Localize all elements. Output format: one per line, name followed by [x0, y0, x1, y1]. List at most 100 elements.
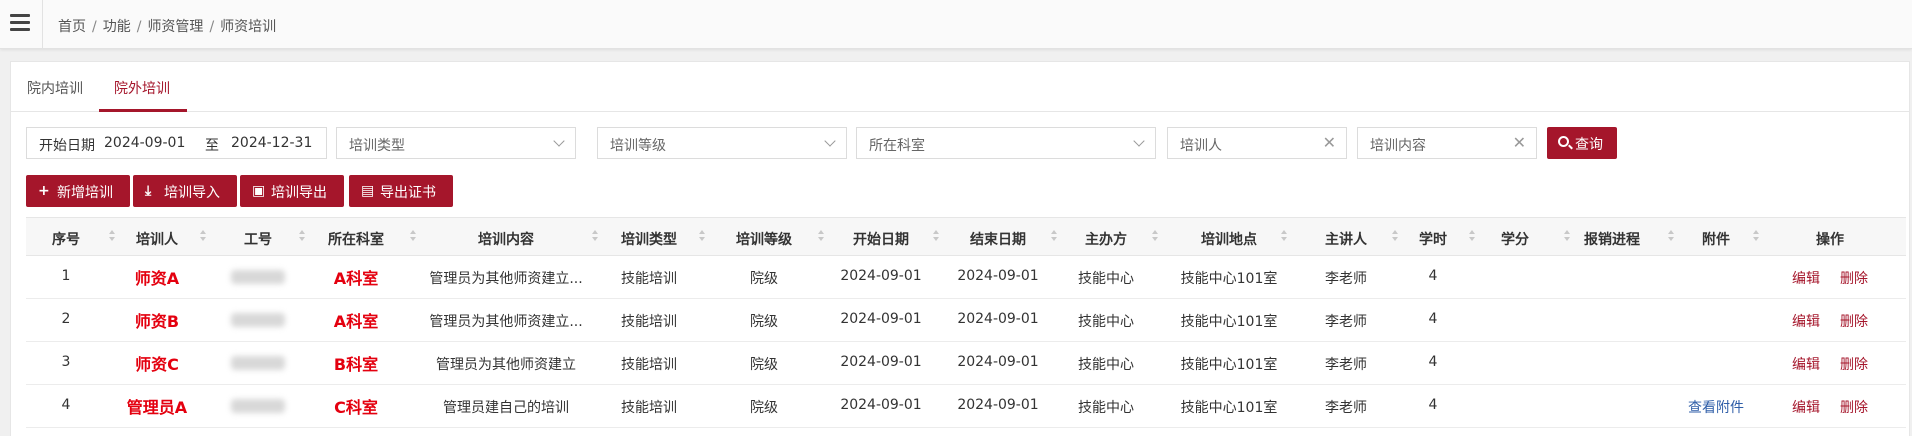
clear-icon[interactable]: ✕ [1323, 133, 1336, 152]
export-training-button[interactable]: ▣ 培训导出 [240, 175, 344, 207]
add-training-button[interactable]: + 新增培训 [26, 175, 130, 207]
trainee-input[interactable]: 培训人 ✕ [1167, 127, 1347, 159]
trainee-placeholder: 培训人 [1180, 138, 1222, 154]
edit-link[interactable]: 编辑 [1792, 268, 1820, 288]
cell-place: 技能中心101室 [1180, 314, 1278, 330]
cell-start-date: 2024-09-01 [840, 354, 922, 370]
training-content-placeholder: 培训内容 [1370, 138, 1426, 154]
table-row: 1 师资A A科室 管理员为其他师资建立... 技能培训 院级 2024-09-… [26, 256, 1906, 299]
cell-department: C科室 [334, 398, 378, 417]
sort-icon[interactable] [1469, 229, 1475, 243]
cell-type: 技能培训 [621, 400, 677, 416]
cell-speaker: 李老师 [1325, 400, 1367, 416]
delete-link[interactable]: 删除 [1840, 311, 1868, 331]
search-icon [1558, 136, 1569, 147]
sort-icon[interactable] [1281, 229, 1287, 243]
table-row: 2 师资B A科室 管理员为其他师资建立... 技能培训 院级 2024-09-… [26, 299, 1906, 342]
training-type-select[interactable]: 培训类型 [336, 127, 576, 159]
export-certificate-label: 导出证书 [380, 185, 436, 201]
department-select[interactable]: 所在科室 [856, 127, 1156, 159]
delete-link[interactable]: 删除 [1840, 354, 1868, 374]
table-header: 序号 培训人 工号 所在科室 培训内容 培训类型 培训等级 开始日期 结束日期 … [26, 217, 1906, 256]
delete-link[interactable]: 删除 [1840, 268, 1868, 288]
cell-host: 技能中心 [1078, 357, 1134, 373]
edit-link[interactable]: 编辑 [1792, 311, 1820, 331]
tab-internal-training[interactable]: 院内培训 [27, 78, 83, 98]
sort-icon[interactable] [933, 229, 939, 243]
start-date-value[interactable]: 2024-09-01 [104, 135, 185, 151]
cell-content: 管理员为其他师资建立 [436, 357, 576, 373]
column-header: 主讲人 [1325, 232, 1367, 248]
chevron-down-icon [553, 135, 565, 147]
training-level-select[interactable]: 培训等级 [597, 127, 847, 159]
date-range-picker[interactable]: 开始日期 2024-09-01 至 2024-12-31 [26, 127, 327, 159]
certificate-icon: ▤ [361, 183, 375, 199]
breadcrumb-item[interactable]: 功能 [103, 19, 131, 35]
department-placeholder: 所在科室 [869, 138, 925, 154]
cell-end-date: 2024-09-01 [957, 354, 1039, 370]
search-button-label: 查询 [1575, 137, 1603, 153]
training-level-placeholder: 培训等级 [610, 138, 666, 154]
sort-icon[interactable] [1051, 229, 1057, 243]
breadcrumb: 首页 / 功能 / 师资管理 / 师资培训 [58, 16, 276, 36]
breadcrumb-item[interactable]: 师资管理 [147, 19, 203, 35]
cell-place: 技能中心101室 [1180, 400, 1278, 416]
breadcrumb-item[interactable]: 首页 [58, 19, 86, 35]
search-button[interactable]: 查询 [1547, 127, 1617, 159]
cell-staff-id-redacted [231, 313, 285, 327]
cell-type: 技能培训 [621, 271, 677, 287]
cell-hours: 4 [1428, 397, 1438, 413]
cell-no: 3 [61, 354, 71, 370]
sort-icon[interactable] [1668, 229, 1674, 243]
table-row: 3 师资C B科室 管理员为其他师资建立 技能培训 院级 2024-09-01 … [26, 342, 1906, 385]
import-training-button[interactable]: ⤓ 培训导入 [133, 175, 237, 207]
cell-department: A科室 [333, 312, 379, 331]
end-date-value[interactable]: 2024-12-31 [231, 135, 312, 151]
sort-icon[interactable] [818, 229, 824, 243]
tab-external-training[interactable]: 院外培训 [114, 78, 170, 98]
cell-type: 技能培训 [621, 314, 677, 330]
column-header: 附件 [1702, 232, 1730, 248]
sort-icon[interactable] [592, 229, 598, 243]
cell-start-date: 2024-09-01 [840, 311, 922, 327]
edit-link[interactable]: 编辑 [1792, 397, 1820, 417]
cell-speaker: 李老师 [1325, 271, 1367, 287]
chevron-down-icon [824, 135, 836, 147]
column-header: 结束日期 [970, 232, 1026, 248]
training-content-input[interactable]: 培训内容 ✕ [1357, 127, 1537, 159]
clear-icon[interactable]: ✕ [1513, 133, 1526, 152]
import-training-label: 培训导入 [164, 185, 220, 201]
cell-speaker: 李老师 [1325, 314, 1367, 330]
export-certificate-button[interactable]: ▤ 导出证书 [349, 175, 453, 207]
sort-icon[interactable] [200, 229, 206, 243]
add-training-label: 新增培训 [57, 185, 113, 201]
cell-level: 院级 [750, 314, 778, 330]
sort-icon[interactable] [1392, 229, 1398, 243]
column-header: 培训地点 [1201, 232, 1257, 248]
divider [42, 0, 43, 49]
chevron-down-icon [1133, 135, 1145, 147]
plus-icon: + [38, 183, 50, 199]
edit-link[interactable]: 编辑 [1792, 354, 1820, 374]
sort-icon[interactable] [699, 229, 705, 243]
column-header: 主办方 [1085, 232, 1127, 248]
sort-icon[interactable] [1152, 229, 1158, 243]
sort-icon[interactable] [299, 229, 305, 243]
view-attachment-link[interactable]: 查看附件 [1688, 397, 1744, 417]
sort-icon[interactable] [109, 229, 115, 243]
menu-toggle-icon[interactable] [10, 14, 30, 32]
sort-icon[interactable] [410, 229, 416, 243]
delete-link[interactable]: 删除 [1840, 397, 1868, 417]
active-tab-indicator [99, 109, 187, 112]
cell-type: 技能培训 [621, 357, 677, 373]
cell-host: 技能中心 [1078, 271, 1134, 287]
cell-no: 1 [61, 268, 71, 284]
cell-trainee: 师资B [134, 312, 180, 331]
cell-staff-id-redacted [231, 399, 285, 413]
sort-icon[interactable] [1564, 229, 1570, 243]
column-header: 工号 [244, 232, 272, 248]
table-row: 4 管理员A C科室 管理员建自己的培训 技能培训 院级 2024-09-01 … [26, 385, 1906, 428]
start-date-label: 开始日期 [39, 138, 95, 154]
cell-content: 管理员为其他师资建立... [429, 314, 583, 330]
sort-icon[interactable] [1753, 229, 1759, 243]
